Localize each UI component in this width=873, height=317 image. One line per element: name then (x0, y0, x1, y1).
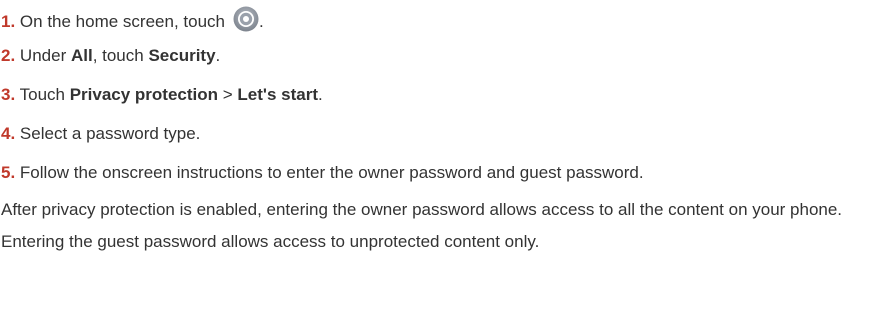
ui-term-lets-start: Let's start (237, 85, 318, 104)
ui-term-all: All (70, 46, 93, 65)
step-number: 1. (1, 12, 16, 31)
step-3: 3. Touch Privacy protection > Let's star… (1, 84, 323, 106)
step-text: Touch (19, 85, 70, 104)
step-text-end: . (258, 12, 264, 31)
step-1: 1. On the home screen, touch . (1, 6, 264, 33)
step-number: 2. (1, 46, 16, 65)
step-4: 4. Select a password type. (1, 123, 200, 145)
step-text-end: . (317, 85, 323, 104)
step-text: Select a password type. (19, 124, 201, 143)
step-number: 3. (1, 85, 16, 104)
ui-term-security: Security (148, 46, 216, 65)
ui-term-privacy-protection: Privacy protection (69, 85, 219, 104)
privacy-note-paragraph: After privacy protection is enabled, ent… (1, 200, 843, 251)
step-number: 5. (1, 163, 16, 182)
step-text: On the home screen, touch (19, 12, 225, 31)
step-text: , touch (92, 46, 149, 65)
settings-gear-icon (233, 6, 259, 32)
step-number: 4. (1, 124, 16, 143)
step-text: Under (19, 46, 71, 65)
step-text: > (218, 85, 238, 104)
step-2: 2. Under All, touch Security. (1, 45, 220, 67)
step-text: Follow the onscreen instructions to ente… (19, 163, 644, 182)
step-5: 5. Follow the onscreen instructions to e… (1, 162, 644, 184)
step-text-end: . (215, 46, 221, 65)
